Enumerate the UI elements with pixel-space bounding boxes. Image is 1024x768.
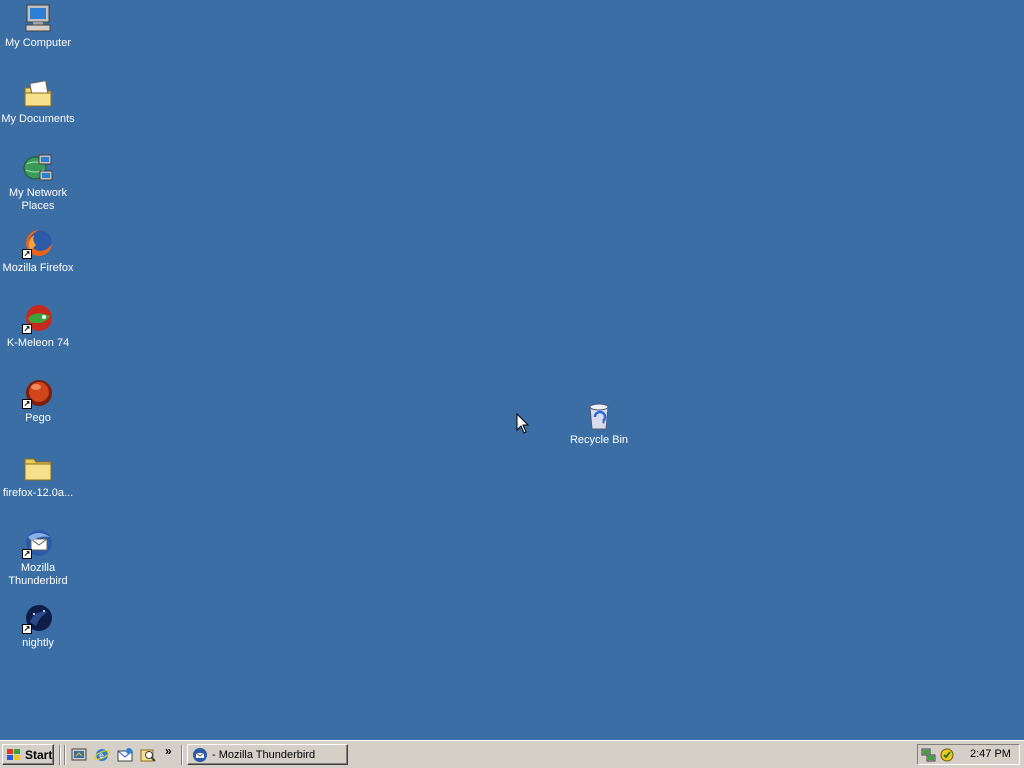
desktop-icon-label: Recycle Bin (569, 434, 629, 446)
shortcut-arrow-icon: ↗ (22, 624, 32, 634)
pego-icon: ↗ (22, 377, 54, 409)
nightly-icon: ↗ (22, 602, 54, 634)
thunderbird-icon (193, 747, 207, 762)
start-label: Start (25, 747, 53, 762)
desktop-icon-nightly[interactable]: ↗ nightly (0, 602, 76, 650)
desktop-icon-label: My Documents (1, 113, 75, 125)
desktop-icon-label: My Computer (4, 37, 72, 49)
desktop-icon-recycle-bin[interactable]: Recycle Bin (561, 399, 637, 447)
my-documents-icon (22, 78, 54, 110)
outlook-express-icon[interactable] (117, 747, 133, 763)
my-computer-icon (22, 2, 54, 34)
quick-launch-chevron[interactable]: » (165, 744, 172, 758)
shortcut-arrow-icon: ↗ (22, 249, 32, 259)
taskbar-separator (59, 745, 61, 765)
mouse-cursor-icon (516, 413, 530, 434)
desktop-icon-label: nightly (22, 637, 54, 649)
k-meleon-icon: ↗ (22, 302, 54, 334)
internet-explorer-icon[interactable]: e (94, 747, 110, 763)
show-desktop-icon[interactable] (71, 747, 87, 763)
desktop-icon-k-meleon[interactable]: ↗ K-Meleon 74 (0, 302, 76, 350)
desktop[interactable]: My Computer My Documents My Network Plac… (0, 0, 1024, 740)
desktop-icon-label: My Network Places (8, 187, 68, 212)
desktop-icon-label: K-Meleon 74 (6, 337, 70, 349)
taskbar-separator (181, 745, 183, 765)
search-icon[interactable] (140, 747, 156, 763)
shortcut-arrow-icon: ↗ (22, 399, 32, 409)
desktop-icon-mozilla-firefox[interactable]: ↗ Mozilla Firefox (0, 227, 76, 275)
desktop-icon-pego[interactable]: ↗ Pego (0, 377, 76, 425)
desktop-icon-label: firefox-12.0a... (2, 487, 74, 499)
task-button-label: - Mozilla Thunderbird (212, 748, 316, 761)
thunderbird-icon: ↗ (22, 527, 54, 559)
task-button-thunderbird[interactable]: - Mozilla Thunderbird (187, 744, 348, 765)
svg-text:e: e (99, 751, 104, 760)
desktop-icon-firefox-folder[interactable]: firefox-12.0a... (0, 452, 76, 500)
desktop-icon-label: Pego (25, 412, 51, 424)
desktop-icon-label: Mozilla Firefox (2, 262, 74, 274)
start-button[interactable]: Start (2, 744, 54, 765)
system-tray: 2:47 PM (917, 744, 1020, 765)
shortcut-arrow-icon: ↗ (22, 549, 32, 559)
clock[interactable]: 2:47 PM (970, 748, 1011, 760)
shortcut-arrow-icon: ↗ (22, 324, 32, 334)
security-icon[interactable] (939, 747, 955, 763)
taskbar: Start e » - Mozilla Thunderbird 2:47 PM (0, 740, 1024, 768)
network-connection-icon[interactable] (921, 747, 937, 763)
network-places-icon (22, 152, 54, 184)
desktop-icon-my-network-places[interactable]: My Network Places (0, 152, 76, 213)
desktop-icon-mozilla-thunderbird[interactable]: ↗ Mozilla Thunderbird (0, 527, 76, 588)
folder-icon (22, 452, 54, 484)
desktop-icon-label: Mozilla Thunderbird (8, 562, 68, 587)
recycle-bin-icon (583, 399, 615, 431)
desktop-icon-my-documents[interactable]: My Documents (0, 78, 76, 126)
desktop-icon-my-computer[interactable]: My Computer (0, 2, 76, 50)
windows-logo-icon (7, 748, 20, 760)
firefox-icon: ↗ (22, 227, 54, 259)
taskbar-separator (64, 745, 66, 765)
